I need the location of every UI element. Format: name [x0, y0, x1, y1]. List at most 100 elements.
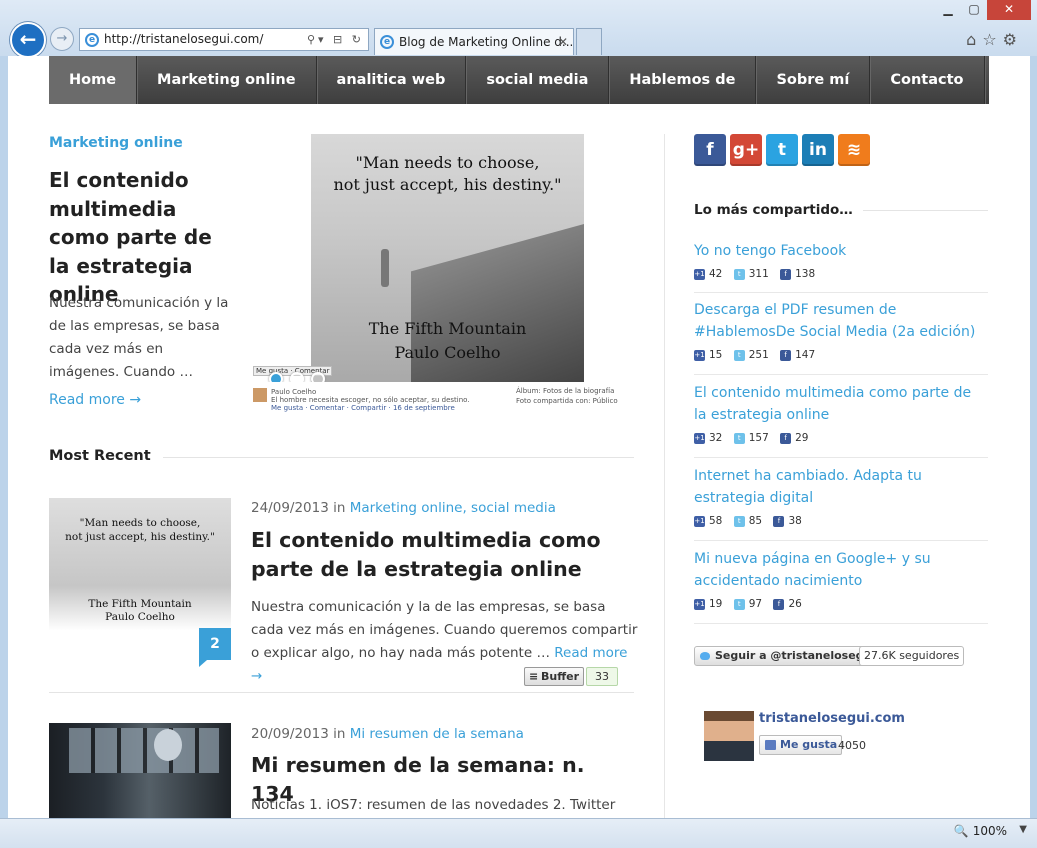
twitter-icon: t	[733, 268, 745, 280]
zoom-level[interactable]: 🔍 100%	[954, 824, 1007, 838]
gear-icon[interactable]: ⚙	[1003, 30, 1023, 49]
fb-text: El hombre necesita escoger, no sólo acep…	[271, 396, 470, 404]
minimize-icon[interactable]: ▁	[935, 0, 961, 20]
featured-category[interactable]: Marketing online	[49, 135, 183, 151]
share-counts: +1 15 t 251 f 147	[694, 347, 988, 363]
most-recent-heading: Most Recent	[49, 448, 163, 464]
facebook-count: 29	[795, 432, 809, 444]
buffer-button[interactable]: Buffer	[524, 667, 585, 686]
favorites-icon[interactable]: ☆	[982, 30, 1002, 49]
social-icons: f g+ t in ≋	[694, 134, 870, 166]
shared-post-link[interactable]: Descarga el PDF resumen de #HablemosDe S…	[694, 299, 988, 343]
chevron-down-icon[interactable]: ▼	[1019, 824, 1027, 835]
walking-man-graphic	[381, 249, 389, 287]
share-counts: +1 32 t 157 f 29	[694, 430, 988, 446]
address-tools-icon[interactable]: ⚲▾ ⊟ ↻	[307, 29, 364, 50]
poster-quote: "Man needs to choose, not just accept, hi…	[333, 153, 562, 194]
gplus-count: 32	[709, 432, 723, 444]
tab-title: Blog de Marketing Online d...	[399, 35, 574, 49]
new-tab-button[interactable]	[576, 28, 602, 55]
fb-like-count: 4050	[838, 739, 866, 752]
back-button[interactable]: ←	[10, 22, 46, 58]
column-divider	[664, 134, 665, 818]
fb-page-name[interactable]: tristanelosegui.com	[759, 711, 905, 726]
twitter-icon[interactable]: t	[766, 134, 798, 166]
list-item: Yo no tengo Facebook +1 42 t 311 f 138	[694, 240, 988, 293]
share-counts: +1 42 t 311 f 138	[694, 266, 988, 282]
facebook-icon: f	[773, 515, 785, 527]
shared-post-link[interactable]: Yo no tengo Facebook	[694, 240, 988, 262]
featured-title[interactable]: El contenido multimedia como parte de la…	[49, 166, 239, 309]
shared-post-link[interactable]: Internet ha cambiado. Adapta tu estrateg…	[694, 465, 988, 509]
forward-button[interactable]: →	[50, 27, 74, 51]
twitter-icon: t	[733, 432, 745, 444]
twitter-icon: t	[733, 349, 745, 361]
close-tab-icon[interactable]: ✕	[558, 29, 568, 55]
shared-post-link[interactable]: Mi nueva página en Google+ y su accident…	[694, 548, 988, 592]
avatar[interactable]	[704, 711, 754, 761]
zoom-value: 100%	[972, 824, 1007, 838]
comment-count-badge[interactable]: 2	[199, 628, 231, 667]
post-date: 24/09/2013	[251, 500, 329, 516]
shared-post-link[interactable]: El contenido multimedia como parte de la…	[694, 382, 988, 426]
nav-item-analitica-web[interactable]: analitica web	[317, 56, 467, 104]
featured-read-more[interactable]: Read more →	[49, 392, 141, 408]
google-plus-icon[interactable]: g+	[730, 134, 762, 166]
fb-shared: Foto compartida con: Público	[516, 397, 618, 405]
maximize-icon[interactable]: ▢	[961, 0, 987, 20]
nav-item-sobre-m-[interactable]: Sobre mí	[756, 56, 871, 104]
close-icon[interactable]: ✕	[987, 0, 1031, 20]
facebook-icon: f	[780, 432, 792, 444]
thumb-book-title: The Fifth Mountain Paulo Coelho	[88, 598, 192, 623]
monitor-screens-graphic	[69, 728, 219, 773]
nav-item-contacto[interactable]: Contacto	[870, 56, 985, 104]
post-excerpt: Noticias 1. iOS7: resumen de las novedad…	[251, 797, 616, 813]
address-bar[interactable]: e http://tristanelosegui.com/ ⚲▾ ⊟ ↻	[79, 28, 369, 51]
list-item: El contenido multimedia como parte de la…	[694, 382, 988, 458]
ie-icon: e	[85, 33, 99, 47]
facebook-count: 138	[795, 268, 816, 280]
facebook-icon: f	[780, 268, 792, 280]
fb-actions: Me gusta · Comentar · Compartir · 16 de …	[271, 404, 455, 412]
ie-icon: e	[380, 35, 394, 49]
google-plus-icon: +1	[694, 432, 705, 444]
post-categories[interactable]: Marketing online, social media	[350, 500, 556, 516]
twitter-follow-button[interactable]: Seguir a @tristanelosegui	[694, 646, 881, 666]
web-page: Home Marketing online analitica web social …	[8, 56, 1030, 818]
post-thumbnail[interactable]	[49, 723, 231, 818]
twitter-icon: t	[733, 598, 745, 610]
browser-tab[interactable]: e Blog de Marketing Online d... ✕	[374, 28, 574, 55]
toolbar-icons: ⌂☆⚙	[966, 30, 1023, 49]
nav-item-social-media[interactable]: social media	[466, 56, 610, 104]
twitter-count: 85	[748, 515, 763, 527]
meta-in: in	[328, 500, 350, 516]
linkedin-icon[interactable]: in	[802, 134, 834, 166]
post-categories[interactable]: Mi resumen de la semana	[350, 726, 524, 742]
post-meta: 24/09/2013 in Marketing online, social m…	[251, 500, 556, 516]
home-icon[interactable]: ⌂	[966, 30, 982, 49]
status-bar: 🔍 100% ▼	[0, 818, 1037, 848]
rss-icon[interactable]: ≋	[838, 134, 870, 166]
facebook-count: 147	[795, 349, 816, 361]
gplus-count: 58	[709, 515, 723, 527]
thumb-quote: "Man needs to choose, not just accept, hi…	[65, 517, 215, 543]
facebook-icon[interactable]: f	[694, 134, 726, 166]
google-plus-icon: +1	[694, 268, 705, 280]
nav-item-home[interactable]: Home	[49, 56, 138, 104]
nav-item-hablemos-de[interactable]: Hablemos de	[609, 56, 757, 104]
google-plus-icon: +1	[694, 349, 705, 361]
post-title[interactable]: El contenido multimedia como parte de la…	[251, 526, 631, 583]
twitter-followers-count: 27.6K seguidores	[859, 646, 965, 666]
fb-like-button[interactable]: Me gusta	[759, 735, 843, 755]
nav-item-marketing-online[interactable]: Marketing online	[137, 56, 317, 104]
fb-post-strip: Paulo Coelho El hombre necesita escoger,…	[251, 382, 634, 412]
list-item: Internet ha cambiado. Adapta tu estrateg…	[694, 465, 988, 541]
facebook-count: 26	[788, 598, 802, 610]
featured-slider[interactable]: "Man needs to choose, not just accept, hi…	[251, 134, 634, 412]
most-shared-title: Lo más compartido…	[694, 202, 863, 218]
xray-head-graphic	[154, 729, 182, 761]
twitter-count: 97	[748, 598, 763, 610]
share-counts: +1 19 t 97 f 26	[694, 596, 988, 612]
meta-in: in	[328, 726, 350, 742]
gplus-count: 19	[709, 598, 723, 610]
